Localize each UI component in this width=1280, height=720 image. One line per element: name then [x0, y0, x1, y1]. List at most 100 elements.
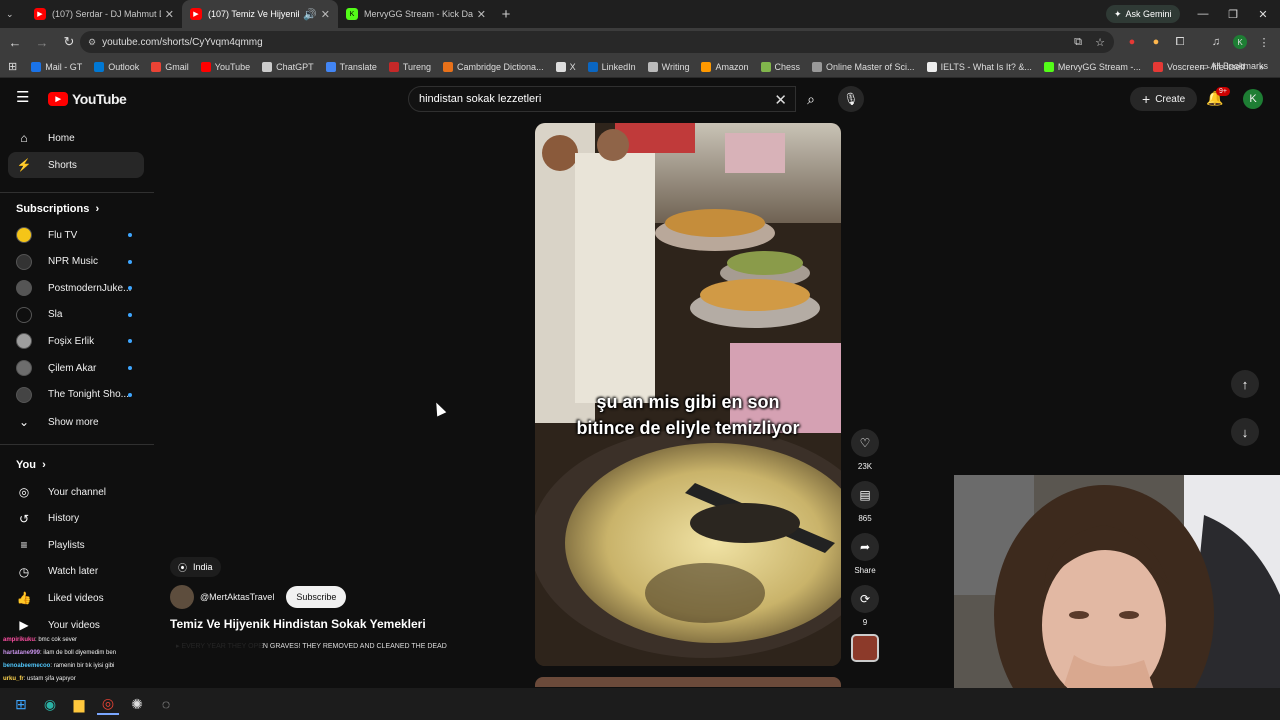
reload-icon[interactable]: ↻ [57, 30, 81, 54]
apps-grid-icon[interactable]: ⊞ [8, 60, 17, 73]
bookmark-item[interactable]: Writing [647, 61, 689, 72]
bookmark-item[interactable]: Cambridge Dictiona... [443, 61, 544, 72]
search-button[interactable]: ⌕ [796, 86, 826, 112]
sidebar-subscription-item[interactable]: Sla [8, 302, 144, 328]
bookmark-item[interactable]: Translate [325, 61, 377, 72]
search-input[interactable]: hindistan sokak lezzetleri ✕ [408, 86, 796, 112]
bookmark-item[interactable]: YouTube [200, 61, 250, 72]
like-action[interactable]: ♡ 23K [850, 429, 880, 471]
show-more-button[interactable]: ⌄ Show more [8, 409, 144, 435]
sidebar-subscription-item[interactable]: Çilem Akar [8, 355, 144, 381]
bookmark-label: ChatGPT [276, 61, 314, 72]
extensions-puzzle-icon[interactable]: ⧠ [1170, 32, 1190, 52]
next-short-button[interactable]: ↓ [1231, 418, 1259, 446]
bookmark-star-icon[interactable]: ☆ [1090, 32, 1110, 52]
comment-count: 865 [858, 514, 872, 523]
sidebar-you-item[interactable]: 👍 Liked videos [8, 585, 144, 611]
bookmark-item[interactable]: Tureng [388, 61, 431, 72]
back-icon[interactable]: ← [3, 30, 27, 54]
location-chip[interactable]: ⦿ India [170, 557, 221, 577]
bookmark-item[interactable]: Gmail [151, 61, 189, 72]
account-avatar[interactable]: K [1243, 89, 1263, 109]
subscriptions-heading[interactable]: Subscriptions › [16, 203, 99, 215]
bookmark-item[interactable]: Mail - GT [31, 61, 82, 72]
share-icon[interactable]: ➦ [851, 533, 879, 561]
minimize-icon[interactable]: — [1188, 0, 1218, 28]
sidebar-subscription-item[interactable]: Foşix Erlik [8, 328, 144, 354]
short-title[interactable]: Temiz Ve Hijyenik Hindistan Sokak Yemekl… [170, 617, 426, 631]
file-explorer-icon[interactable]: ▆ [68, 693, 90, 715]
voice-search-icon[interactable]: 🎙 [838, 86, 864, 112]
clear-search-icon[interactable]: ✕ [774, 91, 787, 109]
all-bookmarks-button[interactable]: ▭ All Bookmarks [1200, 61, 1268, 72]
shorts-icon: ⚡ [16, 158, 32, 172]
forward-icon[interactable]: → [30, 30, 54, 54]
new-tab-button[interactable]: + [494, 0, 518, 28]
create-button[interactable]: + Create [1130, 87, 1198, 111]
sidebar-subscription-item[interactable]: PostmodernJuke... [8, 275, 144, 301]
bookmark-item[interactable]: Outlook [94, 61, 139, 72]
sidebar-you-item[interactable]: ≡ Playlists [8, 532, 144, 558]
bookmark-item[interactable]: IELTS - What Is It? &... [926, 61, 1032, 72]
youtube-logo[interactable]: ▶ YouTube [48, 91, 127, 107]
chrome-browser-icon[interactable]: ◎ [97, 693, 119, 715]
heart-icon[interactable]: ♡ [851, 429, 879, 457]
tab-close-icon[interactable]: ✕ [321, 8, 330, 21]
sound-thumbnail[interactable] [850, 634, 880, 662]
extension-red-icon[interactable]: ● [1122, 32, 1142, 52]
ask-gemini-button[interactable]: ✦ Ask Gemini [1106, 5, 1180, 23]
tab-close-icon[interactable]: ✕ [165, 8, 174, 21]
remix-action[interactable]: ⟳ 9 [850, 585, 880, 627]
windows-start-icon[interactable]: ⊞ [10, 693, 32, 715]
sidebar-subscription-item[interactable]: NPR Music [8, 249, 144, 275]
address-bar[interactable]: ⚙ youtube.com/shorts/CyYvqm4qmmg [80, 31, 1114, 53]
sidebar-you-item[interactable]: ↺ History [8, 506, 144, 532]
you-heading[interactable]: You › [16, 459, 46, 471]
install-app-icon[interactable]: ⧉ [1068, 32, 1088, 52]
bookmark-item[interactable]: MervyGG Stream -... [1043, 61, 1141, 72]
browser-menu-icon[interactable]: ⋮ [1254, 32, 1274, 52]
sidebar-you-item[interactable]: ◷ Watch later [8, 559, 144, 585]
hamburger-menu-icon[interactable]: ☰ [16, 90, 32, 106]
bookmark-item[interactable]: Online Master of Sci... [812, 61, 915, 72]
comment-action[interactable]: ▤ 865 [850, 481, 880, 523]
sidebar-subscription-item[interactable]: Flu TV [8, 222, 144, 248]
maximize-icon[interactable]: ❐ [1218, 0, 1248, 28]
tab-search-icon[interactable]: ⌄ [0, 0, 24, 28]
bookmark-item[interactable]: LinkedIn [587, 61, 636, 72]
profile-avatar-icon[interactable]: K [1230, 32, 1250, 52]
chatgpt-app-icon[interactable]: ✺ [126, 693, 148, 715]
channel-avatar-icon [16, 333, 32, 350]
bookmark-item[interactable]: Chess [760, 61, 800, 72]
obs-app-icon[interactable]: ◌ [155, 693, 177, 715]
channel-handle[interactable]: @MertAktasTravel [200, 592, 274, 602]
you-title: You [16, 459, 36, 471]
site-info-icon[interactable]: ⚙ [88, 37, 96, 48]
bookmark-item[interactable]: X [555, 61, 576, 72]
extension-orange-icon[interactable]: ● [1146, 32, 1166, 52]
short-video-player[interactable]: şu an mis gibi en son bitince de eliyle … [535, 123, 841, 666]
previous-short-button[interactable]: ↑ [1231, 370, 1259, 398]
edge-browser-icon[interactable]: ◉ [39, 693, 61, 715]
remix-icon[interactable]: ⟳ [851, 585, 879, 613]
sidebar-item-home[interactable]: ⌂ Home [8, 125, 144, 151]
close-window-icon[interactable]: ✕ [1248, 0, 1278, 28]
sound-thumbnail-image[interactable] [851, 634, 879, 662]
share-action[interactable]: ➦ Share [850, 533, 880, 575]
chevron-down-icon: ⌄ [18, 415, 30, 429]
next-short-preview[interactable] [535, 677, 841, 687]
bookmark-item[interactable]: Amazon [701, 61, 749, 72]
sidebar-you-item[interactable]: ◎ Your channel [8, 479, 144, 505]
tab-audio-icon[interactable]: 🔊 [303, 8, 317, 21]
channel-avatar[interactable] [170, 585, 194, 609]
sidebar-subscription-item[interactable]: The Tonight Sho... [8, 382, 144, 408]
sidebar-item-shorts[interactable]: ⚡ Shorts [8, 152, 144, 178]
bookmark-item[interactable]: ChatGPT [262, 61, 314, 72]
browser-tab[interactable]: K MervyGG Stream - Kick Dashbo ✕ [338, 0, 494, 28]
comment-icon[interactable]: ▤ [851, 481, 879, 509]
subscribe-button[interactable]: Subscribe [286, 586, 347, 608]
tab-close-icon[interactable]: ✕ [477, 8, 486, 21]
browser-tab[interactable]: ▶ (107) Serdar - DJ Mahmut Deg ✕ [26, 0, 182, 28]
media-control-icon[interactable]: ♫ [1206, 32, 1226, 52]
browser-tab-active[interactable]: ▶ (107) Temiz Ve Hijyenik Hin 🔊 ✕ [182, 0, 338, 28]
